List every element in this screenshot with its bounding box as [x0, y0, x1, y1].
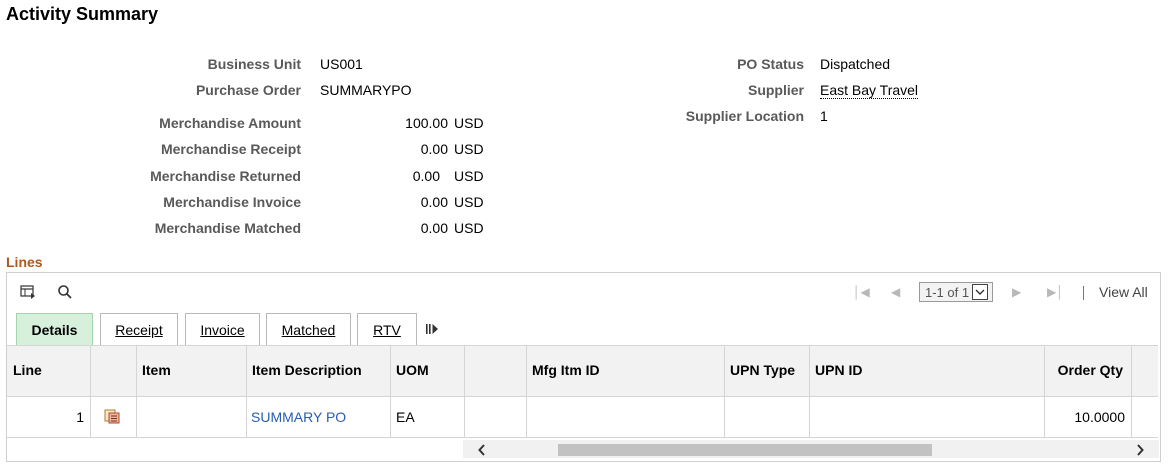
col-upn-id: UPN ID: [815, 362, 863, 378]
col-item: Item: [142, 362, 171, 378]
view-all-link[interactable]: View All: [1099, 284, 1148, 300]
merchandise-invoice-currency: USD: [454, 194, 484, 210]
search-icon[interactable]: [56, 283, 74, 301]
cell-upn-id: [809, 396, 1044, 438]
po-status-label: PO Status: [737, 56, 804, 72]
business-unit-value: US001: [320, 56, 363, 72]
purchase-order-value: SUMMARYPO: [320, 82, 412, 98]
col-order-qty: Order Qty: [1057, 362, 1123, 378]
merchandise-receipt-value: 0.00: [420, 141, 448, 157]
cell-upn-type: [724, 396, 809, 438]
cell-order-qty: 10.0000: [1074, 409, 1125, 425]
col-line: Line: [13, 362, 42, 378]
merchandise-matched-currency: USD: [454, 220, 484, 236]
tab-rtv[interactable]: RTV: [357, 313, 417, 345]
supplier-location-value: 1: [820, 108, 828, 124]
chevron-down-icon[interactable]: [972, 284, 989, 300]
page-title: Activity Summary: [6, 4, 159, 24]
col-uom: UOM: [396, 362, 429, 378]
col-divider: [246, 345, 247, 438]
scrollbar-thumb[interactable]: [558, 444, 932, 456]
scroll-left-icon[interactable]: [478, 443, 486, 459]
grid-personalize-icon[interactable]: [19, 283, 37, 301]
previous-page-icon[interactable]: ◀: [891, 285, 900, 299]
col-blank: [464, 345, 526, 395]
last-page-icon[interactable]: ▶│: [1047, 285, 1064, 299]
merchandise-returned-currency: USD: [454, 168, 484, 184]
merchandise-invoice-label: Merchandise Invoice: [163, 194, 301, 210]
col-item-description: Item Description: [252, 362, 362, 378]
next-page-icon[interactable]: ▶: [1012, 285, 1021, 299]
scroll-right-icon[interactable]: [1136, 443, 1144, 459]
pager-select[interactable]: 1-1 of 1: [919, 282, 993, 302]
merchandise-receipt-currency: USD: [454, 141, 484, 157]
tab-matched[interactable]: Matched: [266, 313, 351, 345]
cell-line: 1: [76, 409, 84, 425]
supplier-link[interactable]: East Bay Travel: [820, 82, 919, 99]
first-page-icon[interactable]: │◀: [853, 285, 870, 299]
merchandise-returned-label: Merchandise Returned: [150, 168, 301, 184]
col-divider: [90, 345, 91, 438]
merchandise-amount-currency: USD: [454, 115, 484, 131]
merchandise-amount-label: Merchandise Amount: [159, 115, 301, 131]
pager-text: 1-1 of 1: [925, 284, 970, 300]
business-unit-label: Business Unit: [207, 56, 301, 72]
merchandise-invoice-value: 0.00: [420, 194, 448, 210]
line-details-icon[interactable]: [104, 409, 120, 427]
supplier-location-label: Supplier Location: [685, 108, 804, 124]
merchandise-matched-label: Merchandise Matched: [154, 220, 301, 236]
col-divider: [390, 345, 391, 438]
pager-divider: [1083, 286, 1084, 300]
merchandise-receipt-label: Merchandise Receipt: [160, 141, 301, 157]
more-tabs-icon[interactable]: [425, 322, 439, 339]
lines-section-title: Lines: [6, 254, 43, 270]
tab-receipt[interactable]: Receipt: [100, 313, 178, 345]
col-details-icon: [90, 345, 136, 395]
purchase-order-label: Purchase Order: [195, 82, 301, 98]
merchandise-amount-value: 100.00: [405, 115, 448, 131]
merchandise-matched-value: 0.00: [420, 220, 448, 236]
tab-details[interactable]: Details: [16, 313, 93, 345]
tab-invoice[interactable]: Invoice: [185, 313, 260, 345]
cell-uom: EA: [396, 409, 415, 425]
col-mfg-itm-id: Mfg Itm ID: [532, 362, 600, 378]
col-divider: [464, 345, 465, 438]
cell-item: [136, 396, 246, 438]
cell-mfg-itm-id: [526, 396, 724, 438]
col-upn-type: UPN Type: [730, 362, 796, 378]
po-status-value: Dispatched: [820, 56, 891, 72]
cell-item-description-link[interactable]: SUMMARY PO: [251, 396, 390, 438]
merchandise-returned-value: 0.00: [412, 168, 440, 184]
supplier-label: Supplier: [747, 82, 804, 98]
col-divider: [1131, 345, 1132, 438]
